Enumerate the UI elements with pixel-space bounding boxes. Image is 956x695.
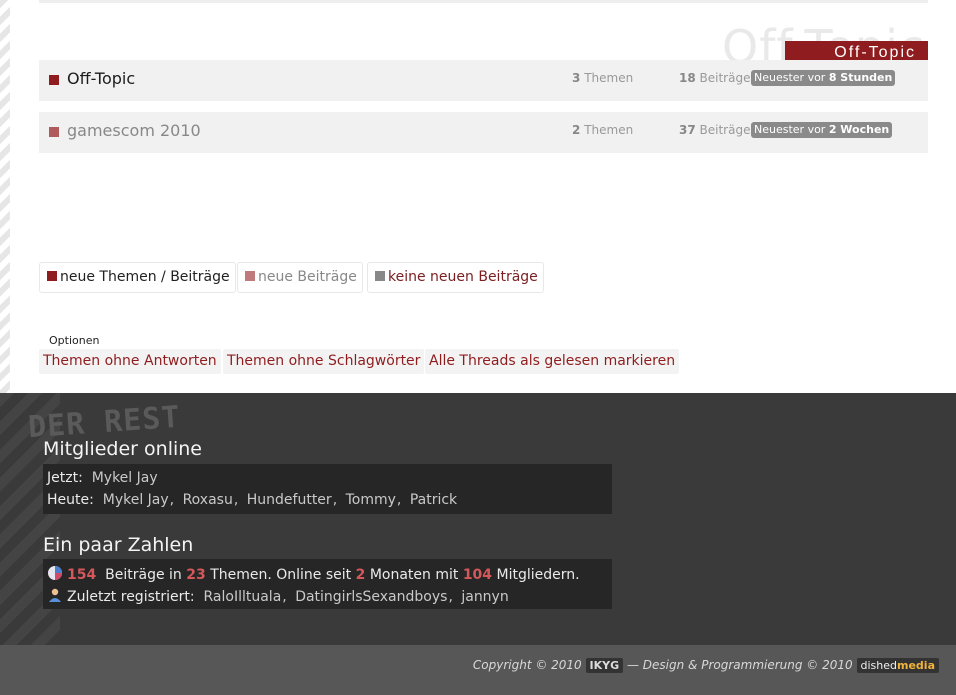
brand-link[interactable]: IKYG bbox=[585, 658, 624, 673]
forum-status-icon bbox=[49, 127, 59, 137]
newest-post-badge[interactable]: Neuester vor 8 Stunden bbox=[751, 70, 896, 86]
copyright-text: Copyright © 2010 IKYG — Design & Program… bbox=[473, 658, 939, 673]
footer-section: DER REST Mitglieder online Jetzt: Mykel … bbox=[0, 393, 956, 645]
user-link[interactable]: Patrick bbox=[410, 492, 457, 508]
forum-row[interactable]: gamescom 2010 2 Themen 37 Beiträge Neues… bbox=[39, 112, 928, 153]
posts-count: 37 Beiträge bbox=[679, 123, 751, 137]
user-link[interactable]: Hundefutter bbox=[247, 492, 332, 508]
user-icon bbox=[49, 588, 61, 602]
posts-count: 18 Beiträge bbox=[679, 71, 751, 85]
online-now-line: Jetzt: Mykel Jay bbox=[47, 470, 158, 486]
threads-count: 2 Themen bbox=[572, 123, 634, 137]
legend-square-icon bbox=[375, 271, 385, 281]
forum-title-link[interactable]: gamescom 2010 bbox=[67, 121, 201, 140]
forum-title-link[interactable]: Off-Topic bbox=[67, 69, 135, 88]
legend-no-new-posts: keine neuen Beiträge bbox=[367, 262, 544, 293]
threads-count: 3 Themen bbox=[572, 71, 634, 85]
legend-square-icon bbox=[47, 271, 57, 281]
last-registered-line: Zuletzt registriert: RaloIlltuala, Datin… bbox=[47, 587, 509, 605]
forum-status-icon bbox=[49, 75, 59, 85]
pie-chart-icon bbox=[48, 566, 62, 580]
user-link[interactable]: Tommy bbox=[346, 492, 396, 508]
left-hatched-stripe bbox=[0, 0, 10, 393]
forum-row[interactable]: Off-Topic 3 Themen 18 Beiträge Neuester … bbox=[39, 60, 928, 101]
user-link[interactable]: Mykel Jay bbox=[103, 492, 169, 508]
top-divider bbox=[39, 0, 928, 3]
mark-all-read-link[interactable]: Alle Threads als gelesen markieren bbox=[425, 349, 680, 374]
user-link[interactable]: jannyn bbox=[461, 589, 508, 605]
legend-square-icon bbox=[245, 271, 255, 281]
newest-post-badge[interactable]: Neuester vor 2 Wochen bbox=[751, 122, 893, 138]
studio-link[interactable]: dishedmedia bbox=[856, 658, 939, 673]
copyright-bar: Copyright © 2010 IKYG — Design & Program… bbox=[0, 645, 956, 695]
online-panel: Jetzt: Mykel Jay Heute: Mykel Jay, Roxas… bbox=[43, 464, 612, 514]
stats-panel: 154 Beiträge in 23 Themen. Online seit 2… bbox=[43, 559, 612, 609]
user-link[interactable]: Mykel Jay bbox=[92, 470, 158, 486]
stats-line: 154 Beiträge in 23 Themen. Online seit 2… bbox=[47, 565, 580, 583]
legend-new-posts: neue Beiträge bbox=[237, 262, 363, 293]
stats-heading: Ein paar Zahlen bbox=[43, 534, 194, 556]
user-link[interactable]: DatingirlsSexandboys bbox=[295, 589, 447, 605]
user-link[interactable]: Roxasu bbox=[183, 492, 233, 508]
user-link[interactable]: RaloIlltuala bbox=[204, 589, 282, 605]
legend-new-threads-posts: neue Themen / Beiträge bbox=[39, 262, 236, 293]
online-heading: Mitglieder online bbox=[43, 438, 202, 460]
threads-without-tags-link[interactable]: Themen ohne Schlagwörter bbox=[223, 349, 425, 374]
online-today-line: Heute: Mykel Jay, Roxasu, Hundefutter, T… bbox=[47, 492, 458, 508]
options-heading: Optionen bbox=[49, 334, 100, 347]
threads-without-replies-link[interactable]: Themen ohne Antworten bbox=[39, 349, 221, 374]
